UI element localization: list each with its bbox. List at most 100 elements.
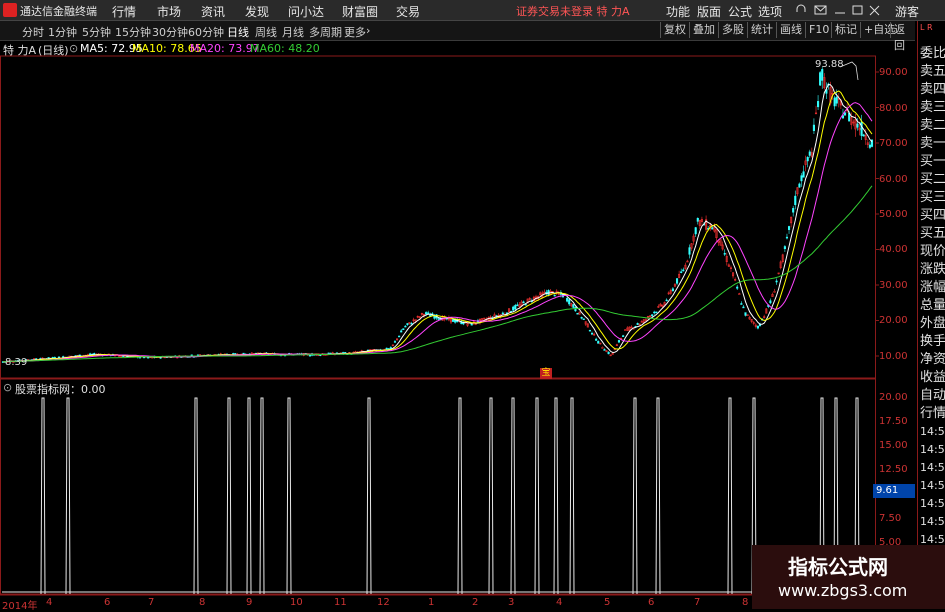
x-label-12: 12 (377, 597, 390, 608)
ind-tick-17-5: 17.50 (879, 416, 908, 427)
candle-body (603, 349, 606, 351)
candle-body (410, 323, 413, 325)
candle-body (775, 280, 778, 283)
candle-body (622, 335, 625, 337)
x-label-4: 4 (46, 597, 53, 608)
candle-body (744, 312, 747, 316)
candle-body (792, 208, 795, 213)
candle-body (843, 112, 847, 116)
panel-time: 14:55 (920, 443, 945, 456)
candle-body (572, 304, 575, 308)
ind-tick-15: 15.00 (879, 440, 908, 451)
indicator-label: 股票指标网：0.00 (15, 383, 106, 396)
indicator-signal-spike (65, 397, 71, 595)
panel-turnover[interactable]: 换手 (920, 333, 945, 351)
watermark-title: 指标公式网 (788, 555, 888, 579)
panel-weibi[interactable]: 委比 (920, 45, 945, 63)
x-label-8: 8 (199, 597, 206, 608)
ind-tick-12-5: 12.50 (879, 464, 908, 475)
panel-sell2[interactable]: 卖二 (920, 117, 945, 135)
x-label-8b: 8 (742, 597, 749, 608)
candle-body (812, 124, 815, 131)
candle-body (773, 291, 776, 293)
candle-body (860, 121, 863, 136)
panel-price[interactable]: 现价 (920, 243, 945, 261)
candle-body (580, 316, 583, 319)
panel-earnings[interactable]: 收益 (920, 369, 945, 387)
event-marker[interactable]: 宝 (540, 368, 552, 379)
panel-volume[interactable]: 总量 (920, 297, 945, 315)
y-tick-70: 70.00 (879, 138, 908, 149)
y-tick-30: 30.00 (879, 280, 908, 291)
candle-body (597, 341, 600, 344)
y-tick-80: 80.00 (879, 103, 908, 114)
panel-quotes[interactable]: 行情 (920, 405, 945, 423)
panel-time: 14:55 (920, 461, 945, 474)
indicator-signal-spike (569, 397, 575, 595)
panel-change[interactable]: 涨跌 (920, 261, 945, 279)
x-label-3: 3 (508, 597, 515, 608)
panel-sell4[interactable]: 卖四 (920, 81, 945, 99)
panel-sell1[interactable]: 卖一 (920, 135, 945, 153)
candle-body (856, 123, 859, 128)
candle-body (607, 351, 610, 355)
panel-buy5[interactable]: 买五 (920, 225, 945, 243)
panel-net-assets[interactable]: 净资 (920, 351, 945, 369)
candle-body (547, 290, 550, 295)
candle-body (582, 318, 585, 321)
candle-body (425, 312, 428, 315)
candle-body (437, 318, 440, 320)
watermark-url: www.zbgs3.com (778, 581, 908, 600)
indicator-settings-icon[interactable]: ⊙ (3, 381, 12, 394)
panel-auto[interactable]: 自动 (920, 387, 945, 405)
panel-buy2[interactable]: 买二 (920, 171, 945, 189)
x-label-6b: 6 (648, 597, 655, 608)
indicator-signal-spike (655, 397, 661, 595)
quote-panel: L R 委比 卖五 卖四 卖三 卖二 卖一 买一 买二 买三 买四 买五 现价 … (917, 21, 945, 609)
candle-body (806, 156, 809, 162)
stock-chart[interactable] (0, 0, 945, 609)
candle-body (404, 325, 407, 328)
panel-time: 14:56 (920, 479, 945, 492)
panel-sell5[interactable]: 卖五 (920, 63, 945, 81)
x-label-4b: 4 (556, 597, 563, 608)
candle-body (566, 298, 569, 302)
low-price-label: 8.39 (5, 357, 28, 368)
candle-body (653, 311, 656, 314)
candle-body (624, 329, 627, 331)
candle-body (794, 195, 797, 206)
indicator-signal-spike (286, 397, 292, 595)
panel-sell3[interactable]: 卖三 (920, 99, 945, 117)
candle-body (671, 288, 674, 292)
candle-body (769, 300, 772, 304)
panel-change-pct[interactable]: 涨幅 (920, 279, 945, 297)
panel-outer[interactable]: 外盘 (920, 315, 945, 333)
panel-buy3[interactable]: 买三 (920, 189, 945, 207)
indicator-signal-spike (488, 397, 494, 595)
indicator-frame (0, 378, 876, 595)
candle-body (568, 299, 571, 305)
candle-body (512, 306, 515, 311)
candle-body (756, 325, 759, 329)
candle-body (711, 227, 714, 230)
indicator-signal-spike (727, 397, 733, 595)
panel-buy4[interactable]: 买四 (920, 207, 945, 225)
main-chart-frame (0, 55, 876, 379)
candle-body (736, 286, 739, 289)
candle-body (617, 340, 621, 343)
indicator-signal-spike (553, 397, 559, 595)
indicator-signal-spike (632, 397, 638, 595)
candle-body (862, 134, 865, 137)
x-label-2014: 2014年 (2, 601, 38, 612)
candle-body (308, 354, 311, 357)
panel-buy1[interactable]: 买一 (920, 153, 945, 171)
x-label-5: 5 (604, 597, 611, 608)
indicator-signal-spike (193, 397, 199, 595)
candle-body (835, 96, 838, 104)
panel-header: L R (920, 23, 933, 32)
candle-body (595, 338, 598, 341)
candle-body (723, 253, 726, 255)
candle-body (601, 347, 604, 349)
indicator-signal-spike (40, 397, 46, 595)
candle-body (787, 226, 791, 230)
